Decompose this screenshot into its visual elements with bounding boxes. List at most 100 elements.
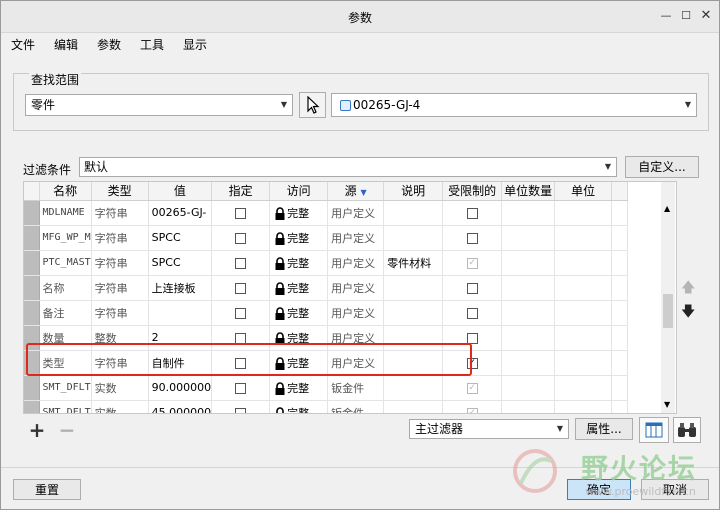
designate-checkbox[interactable] <box>235 257 247 269</box>
row-index-cell[interactable] <box>24 275 40 301</box>
restricted-checkbox[interactable]: ✓ <box>466 257 478 269</box>
param-value-cell[interactable]: SPCC <box>148 250 213 276</box>
param-value-cell[interactable]: SPCC <box>148 225 213 251</box>
main-filter-select[interactable]: 主过滤器 ▼ <box>409 419 569 439</box>
table-scrollbar[interactable]: ▲ ▼ <box>661 182 675 413</box>
reset-button[interactable]: 重置 <box>13 479 81 500</box>
move-down-icon[interactable]: 🡇 <box>681 301 695 325</box>
restricted-cell[interactable] <box>442 225 503 251</box>
unit-cell[interactable] <box>554 375 613 401</box>
param-type-cell[interactable]: 字符串 <box>91 300 149 326</box>
designate-checkbox[interactable] <box>235 407 247 413</box>
add-parameter-icon[interactable]: + <box>25 420 49 442</box>
access-cell[interactable]: 完整 <box>269 200 329 226</box>
param-type-cell[interactable]: 字符串 <box>91 200 149 226</box>
header-restricted[interactable]: 受限制的 <box>442 182 503 201</box>
minimize-icon[interactable]: — <box>659 9 673 23</box>
unit-quantity-cell[interactable] <box>501 250 556 276</box>
param-name-cell[interactable]: 名称 <box>39 275 92 301</box>
menu-display[interactable]: 显示 <box>183 36 207 53</box>
param-value-cell[interactable]: 45.000000 <box>148 400 213 413</box>
access-cell[interactable]: 完整 <box>269 275 329 301</box>
param-name-cell[interactable]: MDLNAME <box>39 200 92 226</box>
restricted-cell[interactable]: ✓ <box>442 400 503 413</box>
row-index-cell[interactable] <box>24 300 40 326</box>
description-cell[interactable] <box>383 375 444 401</box>
row-index-cell[interactable] <box>24 225 40 251</box>
menu-file[interactable]: 文件 <box>11 36 35 53</box>
header-name[interactable]: 名称 <box>39 182 92 201</box>
param-value-cell[interactable]: 00265-GJ- <box>148 200 213 226</box>
unit-cell[interactable] <box>554 275 613 301</box>
unit-quantity-cell[interactable] <box>501 325 556 351</box>
param-name-cell[interactable]: SMT_DFLT <box>39 375 92 401</box>
designate-cell[interactable] <box>211 275 271 301</box>
unit-cell[interactable] <box>554 250 613 276</box>
restricted-checkbox[interactable] <box>466 307 478 319</box>
unit-cell[interactable] <box>554 350 613 376</box>
description-cell[interactable] <box>383 200 444 226</box>
scrollbar-thumb[interactable] <box>663 294 673 328</box>
param-type-cell[interactable]: 字符串 <box>91 225 149 251</box>
param-name-cell[interactable]: PTC_MAST <box>39 250 92 276</box>
description-cell[interactable] <box>383 400 444 413</box>
param-value-cell[interactable]: 上连接板 <box>148 275 213 301</box>
row-index-cell[interactable] <box>24 375 40 401</box>
table-row[interactable]: 备注 字符串 完整 用户定义 <box>24 300 629 326</box>
description-cell[interactable] <box>383 275 444 301</box>
scroll-up-icon[interactable]: ▲ <box>664 204 670 213</box>
scroll-down-icon[interactable]: ▼ <box>664 400 670 409</box>
param-type-cell[interactable]: 字符串 <box>91 275 149 301</box>
unit-cell[interactable] <box>554 325 613 351</box>
param-name-cell[interactable]: SMT_DFLT <box>39 400 92 413</box>
param-name-cell[interactable]: MFG_WP_M <box>39 225 92 251</box>
menu-parameters[interactable]: 参数 <box>97 36 121 53</box>
row-index-cell[interactable] <box>24 200 40 226</box>
header-unit-quantity[interactable]: 单位数量 <box>501 182 556 201</box>
header-designate[interactable]: 指定 <box>211 182 271 201</box>
param-name-cell[interactable]: 备注 <box>39 300 92 326</box>
restricted-cell[interactable]: ✓ <box>442 250 503 276</box>
restricted-cell[interactable] <box>442 300 503 326</box>
designate-checkbox[interactable] <box>235 307 247 319</box>
unit-quantity-cell[interactable] <box>501 300 556 326</box>
access-cell[interactable]: 完整 <box>269 400 329 413</box>
restricted-cell[interactable] <box>442 275 503 301</box>
customize-button[interactable]: 自定义... <box>625 156 699 178</box>
unit-cell[interactable] <box>554 225 613 251</box>
designate-checkbox[interactable] <box>235 332 247 344</box>
scope-select[interactable]: 零件 ▼ <box>25 94 293 116</box>
param-type-cell[interactable]: 字符串 <box>91 250 149 276</box>
header-access[interactable]: 访问 <box>269 182 329 201</box>
table-row[interactable]: MDLNAME 字符串 00265-GJ- 完整 用户定义 <box>24 200 629 226</box>
restricted-checkbox[interactable]: ✓ <box>466 407 478 413</box>
table-columns-button[interactable] <box>639 417 669 443</box>
designate-cell[interactable] <box>211 375 271 401</box>
description-cell[interactable] <box>383 225 444 251</box>
header-value[interactable]: 值 <box>148 182 213 201</box>
unit-quantity-cell[interactable] <box>501 275 556 301</box>
menu-edit[interactable]: 编辑 <box>54 36 78 53</box>
designate-checkbox[interactable] <box>235 282 247 294</box>
designate-checkbox[interactable] <box>235 382 247 394</box>
param-type-cell[interactable]: 实数 <box>91 400 149 413</box>
table-row[interactable]: MFG_WP_M 字符串 SPCC 完整 用户定义 <box>24 225 629 251</box>
designate-cell[interactable] <box>211 200 271 226</box>
find-button[interactable] <box>673 417 701 443</box>
unit-cell[interactable] <box>554 200 613 226</box>
designate-checkbox[interactable] <box>235 207 247 219</box>
header-source[interactable]: 源 ▼ <box>327 182 385 201</box>
properties-button[interactable]: 属性... <box>575 418 633 440</box>
description-cell[interactable] <box>383 300 444 326</box>
restricted-cell[interactable] <box>442 200 503 226</box>
table-row[interactable]: PTC_MAST 字符串 SPCC 完整 用户定义 零件材料 ✓ <box>24 250 629 276</box>
param-value-cell[interactable] <box>148 300 213 326</box>
unit-quantity-cell[interactable] <box>501 400 556 413</box>
select-model-button[interactable] <box>299 92 326 118</box>
close-icon[interactable]: ✕ <box>699 9 713 23</box>
access-cell[interactable]: 完整 <box>269 250 329 276</box>
restricted-checkbox[interactable] <box>466 232 478 244</box>
access-cell[interactable]: 完整 <box>269 225 329 251</box>
restricted-checkbox[interactable] <box>466 332 478 344</box>
unit-quantity-cell[interactable] <box>501 375 556 401</box>
